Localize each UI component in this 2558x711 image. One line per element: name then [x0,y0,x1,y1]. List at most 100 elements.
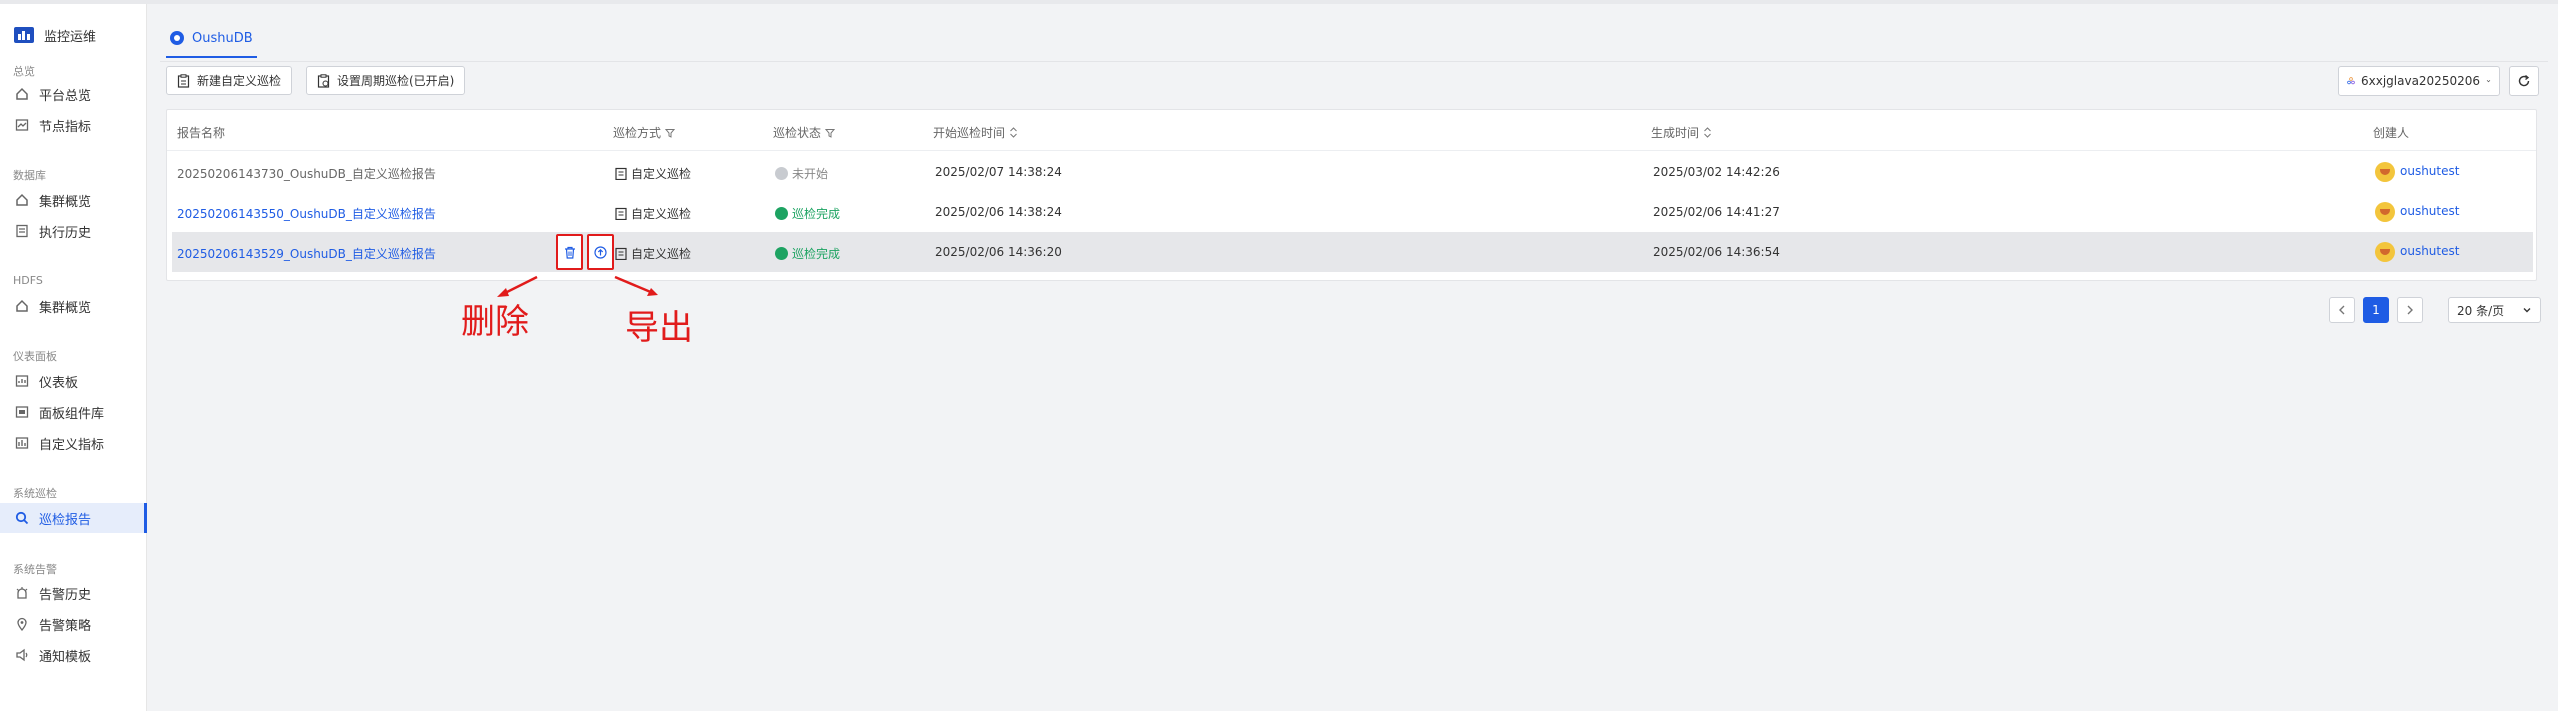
sidebar-item-alert-strategy[interactable]: 告警策略 [0,609,147,639]
inspection-method-label: 自定义巡检 [631,207,692,221]
cluster-select[interactable]: 6xxjglava20250206 [2338,66,2500,96]
nav-group-dashboards: 仪表面板 [13,350,57,363]
page-size-select[interactable]: 20 条/页 [2448,297,2541,323]
app-brand[interactable]: 监控运维 [14,22,96,48]
column-header-method[interactable]: 巡检方式 [613,124,676,141]
status-label: 未开始 [792,167,829,181]
sidebar-item-notify-template[interactable]: 通知模板 [0,640,147,670]
sidebar: 监控运维 总览 平台总览 节点指标 数据库 集群概览 执行历史 HDFS 集群概… [0,4,147,711]
generated-time: 2025/03/02 14:42:26 [1653,165,1780,179]
main-area: OushuDB 新建自定义巡检 设置周期巡检(已开启) 6xxjglava202… [148,4,2558,711]
dashboard-icon [14,374,29,389]
monitor-logo-icon [14,27,34,43]
column-header-label: 巡检状态 [773,126,822,140]
chevron-down-icon [2523,308,2531,313]
page-button-current[interactable]: 1 [2363,297,2389,323]
database-icon [170,31,184,45]
start-time: 2025/02/06 14:36:20 [935,245,1062,259]
status-badge: 巡检完成 [775,205,840,222]
new-custom-inspection-button[interactable]: 新建自定义巡检 [166,66,293,95]
sidebar-item-label: 巡检报告 [39,512,92,528]
tab-oushudb[interactable]: OushuDB [166,20,257,58]
delete-button[interactable] [556,234,583,270]
table-row[interactable]: 20250206143550_OushuDB_自定义巡检报告 自定义巡检 巡检完… [172,192,2533,232]
column-header-generated-time[interactable]: 生成时间 [1651,124,1712,141]
cluster-select-value: 6xxjglava20250206 [2360,74,2480,88]
report-name[interactable]: 20250206143550_OushuDB_自定义巡检报告 [177,205,436,222]
column-header-label: 开始巡检时间 [933,126,1006,140]
chevron-down-icon [2486,80,2491,83]
trash-icon [564,246,575,259]
sidebar-item-platform-overview[interactable]: 平台总览 [0,79,147,109]
status-badge: 未开始 [775,165,828,182]
column-header-label: 生成时间 [1651,126,1700,140]
creator-name[interactable]: oushutest [2400,164,2459,178]
sort-icon[interactable] [1009,127,1018,138]
sidebar-item-node-metrics[interactable]: 节点指标 [0,110,147,140]
nav-group-hdfs: HDFS [13,274,43,287]
schedule-inspection-button[interactable]: 设置周期巡检(已开启) [306,66,466,95]
start-time: 2025/02/06 14:38:24 [935,205,1062,219]
clipboard-icon [177,73,190,88]
speaker-icon [14,648,29,663]
sidebar-item-alert-history[interactable]: 告警历史 [0,578,147,608]
refresh-icon [2518,74,2530,87]
report-name[interactable]: 20250206143529_OushuDB_自定义巡检报告 [177,245,436,262]
refresh-button[interactable] [2509,66,2539,96]
new-custom-inspection-label: 新建自定义巡检 [197,74,282,88]
sidebar-item-label: 集群概览 [39,194,92,210]
sidebar-item-label: 告警策略 [39,618,92,634]
inspection-method: 自定义巡检 [615,205,691,222]
inspection-method-label: 自定义巡检 [631,167,692,181]
status-badge: 巡检完成 [775,245,840,262]
creator-name[interactable]: oushutest [2400,244,2459,258]
report-table: 报告名称 巡检方式 巡检状态 开始巡检时间 生成时间 创建人 202502061… [166,109,2537,281]
chevron-left-icon [2339,305,2345,315]
filter-icon[interactable] [825,128,836,138]
sidebar-item-hdfs-cluster-overview[interactable]: 集群概览 [0,291,147,321]
sort-icon[interactable] [1703,127,1712,138]
prev-page-button[interactable] [2329,297,2355,323]
sidebar-item-label: 集群概览 [39,300,92,316]
sidebar-item-label: 执行历史 [39,225,92,241]
sidebar-item-db-cluster-overview[interactable]: 集群概览 [0,185,147,215]
sidebar-item-label: 面板组件库 [39,406,105,422]
sidebar-item-custom-metrics[interactable]: 自定义指标 [0,428,147,458]
annotation-export: 导出 [625,308,693,348]
tab-label: OushuDB [192,30,253,46]
nav-group-database: 数据库 [13,169,46,182]
sidebar-item-label: 节点指标 [39,119,92,135]
next-page-button[interactable] [2397,297,2423,323]
inspection-method-label: 自定义巡检 [631,247,692,261]
schedule-clipboard-icon [317,73,330,88]
component-icon [14,405,29,420]
table-row[interactable]: 20250206143529_OushuDB_自定义巡检报告 自定义巡检 巡检完… [172,232,2533,272]
sidebar-item-label: 自定义指标 [39,437,105,453]
avatar [2375,162,2395,182]
filter-icon[interactable] [665,128,676,138]
tab-divider [160,61,2548,62]
history-icon [14,224,29,239]
sidebar-item-execution-history[interactable]: 执行历史 [0,216,147,246]
clipboard-icon [615,167,627,181]
chart-icon [14,118,29,133]
status-label: 巡检完成 [792,247,841,261]
creator-name[interactable]: oushutest [2400,204,2459,218]
generated-time: 2025/02/06 14:41:27 [1653,205,1780,219]
sidebar-item-dashboard[interactable]: 仪表板 [0,366,147,396]
sidebar-item-inspection-report[interactable]: 巡检报告 [0,503,147,533]
home-icon [14,299,29,314]
export-button[interactable] [587,234,614,270]
column-header-start-time[interactable]: 开始巡检时间 [933,124,1018,141]
strategy-pin-icon [14,617,29,632]
nav-group-overview: 总览 [13,65,35,78]
report-name[interactable]: 20250206143730_OushuDB_自定义巡检报告 [177,165,436,182]
report-search-icon [14,511,29,526]
annotation-delete: 删除 [461,302,529,342]
column-header-status[interactable]: 巡检状态 [773,124,836,141]
nav-group-alerts: 系统告警 [13,563,57,576]
sidebar-item-component-library[interactable]: 面板组件库 [0,397,147,427]
inspection-method: 自定义巡检 [615,165,691,182]
table-row[interactable]: 20250206143730_OushuDB_自定义巡检报告 自定义巡检 未开始… [172,152,2533,192]
sidebar-item-label: 仪表板 [39,375,79,391]
